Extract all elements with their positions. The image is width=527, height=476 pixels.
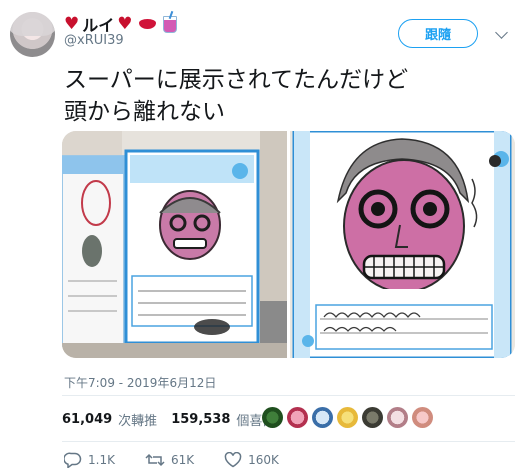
liker-avatar[interactable]	[362, 407, 383, 428]
liker-avatar[interactable]	[337, 407, 358, 428]
reply-button[interactable]: 1.1K	[64, 452, 115, 468]
heart-icon	[224, 452, 242, 468]
drink-emoji-icon	[162, 15, 177, 33]
drawing-photo-right-image	[290, 131, 515, 358]
liker-avatar[interactable]	[262, 407, 283, 428]
heart-emoji-right: ♥	[117, 14, 133, 34]
tweet-text-line-1: スーパーに展示されてたんだけど	[64, 67, 409, 93]
drawing-photo-left-image	[62, 131, 287, 358]
retweet-label[interactable]: 次轉推	[118, 410, 157, 429]
liker-avatar[interactable]	[412, 407, 433, 428]
photo-left[interactable]	[62, 131, 287, 358]
divider	[62, 395, 515, 396]
like-count[interactable]: 159,538	[171, 412, 230, 427]
retweet-button[interactable]: 61K	[145, 453, 194, 467]
chevron-down-icon[interactable]	[495, 26, 508, 39]
like-action-count: 160K	[248, 453, 279, 467]
tweet-timestamp[interactable]: 下午7:09 - 2019年6月12日	[64, 374, 216, 391]
reply-icon	[64, 452, 82, 468]
media-grid	[62, 131, 515, 358]
photo-right[interactable]	[290, 131, 515, 358]
like-button[interactable]: 160K	[224, 452, 279, 468]
liker-avatars	[262, 407, 433, 428]
retweet-count[interactable]: 61,049	[62, 412, 112, 427]
follow-button[interactable]: 跟隨	[398, 19, 478, 48]
liker-avatar[interactable]	[387, 407, 408, 428]
user-handle[interactable]: @xRUI39	[64, 33, 124, 48]
tweet-text-line-2: 頭から離れない	[64, 99, 225, 125]
heart-emoji-left: ♥	[64, 14, 80, 34]
retweet-action-count: 61K	[170, 453, 195, 467]
tweet-text: スーパーに展示されてたんだけど 頭から離れない	[64, 64, 514, 128]
retweet-icon	[145, 453, 165, 467]
divider	[62, 441, 515, 442]
reply-count: 1.1K	[88, 453, 115, 467]
user-avatar[interactable]	[10, 12, 55, 57]
liker-avatar[interactable]	[312, 407, 333, 428]
tweet-actions: 1.1K 61K 160K	[64, 452, 309, 468]
liker-avatar[interactable]	[287, 407, 308, 428]
tweet-stats: 61,049 次轉推 159,538 個喜歡	[62, 410, 275, 429]
lips-emoji-icon	[138, 19, 156, 29]
